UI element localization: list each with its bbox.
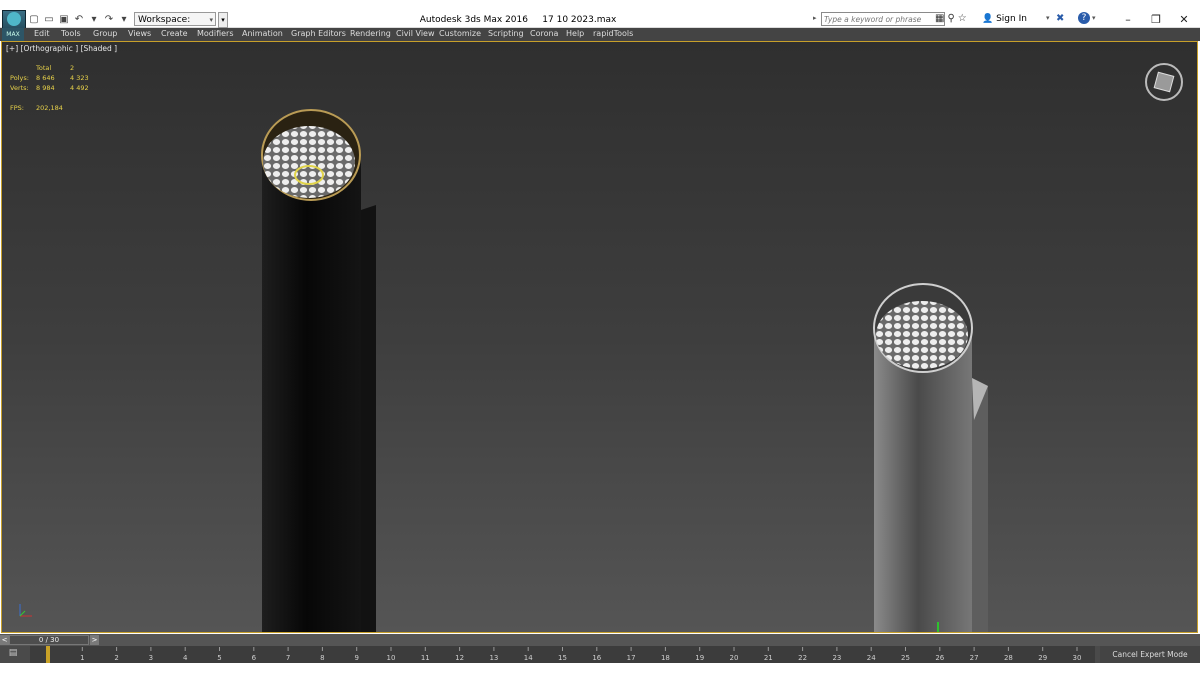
minimize-button[interactable]: – — [1118, 13, 1138, 26]
autodesk-exchange-icon[interactable]: ✖ — [1056, 13, 1064, 24]
status-strip — [0, 663, 1200, 675]
time-slider-thumb[interactable]: 0 / 30 — [9, 635, 89, 645]
track-bar-tick-label: 14 — [524, 654, 533, 662]
viewcube-icon[interactable] — [1144, 62, 1184, 102]
main-menu-bar: MAX Edit Tools Group Views Create Modifi… — [0, 28, 1200, 41]
track-bar-tick-label: 26 — [935, 654, 944, 662]
dark-cylinder-object[interactable] — [261, 109, 376, 633]
3dsmax-logo-icon — [7, 12, 21, 26]
track-bar-tick-label: 23 — [832, 654, 841, 662]
sign-in-dropdown-icon[interactable]: ▾ — [1046, 14, 1050, 22]
menu-customize[interactable]: Customize — [439, 29, 481, 38]
time-slider: < 0 / 30 > — [0, 634, 1200, 646]
sign-in-button[interactable]: 👤 Sign In — [982, 14, 1027, 24]
menu-civil-view[interactable]: Civil View — [396, 29, 435, 38]
undo-icon[interactable]: ↶ — [73, 14, 85, 26]
menu-scripting[interactable]: Scripting — [488, 29, 524, 38]
menu-corona[interactable]: Corona — [530, 29, 558, 38]
track-bar-tick-label: 5 — [217, 654, 221, 662]
viewport-orthographic[interactable]: [+] [Orthographic ] [Shaded ] Total 2 Po… — [1, 41, 1198, 633]
grey-cylinder-object[interactable] — [873, 283, 988, 633]
track-bar-tick-label: 20 — [730, 654, 739, 662]
menu-tools[interactable]: Tools — [61, 29, 81, 38]
menu-views[interactable]: Views — [128, 29, 151, 38]
user-icon: 👤 — [982, 14, 994, 24]
track-bar-tick-label: 7 — [286, 654, 290, 662]
sign-in-label: Sign In — [996, 14, 1027, 24]
track-bar-tick-label: 13 — [489, 654, 498, 662]
track-bar-tick-label: 22 — [798, 654, 807, 662]
track-bar-tick-label: 27 — [970, 654, 979, 662]
track-bar-tick-label: 9 — [354, 654, 358, 662]
track-bar-tick-label: 6 — [252, 654, 257, 662]
chevron-down-icon: ▾ — [209, 16, 213, 24]
track-bar-area[interactable]: 0123456789101112131415161718192021222324… — [30, 646, 1095, 663]
track-bar-tick-label: 30 — [1073, 654, 1082, 662]
save-icon[interactable]: ▣ — [58, 14, 70, 26]
quick-access-toolbar: ▢ ▭ ▣ ↶ ▾ ↷ ▾ ▤ — [28, 12, 145, 27]
restore-button[interactable]: ❐ — [1146, 13, 1166, 26]
axis-tripod-icon — [19, 604, 32, 617]
binoculars-icon[interactable]: ▦ — [935, 13, 944, 24]
search-input[interactable] — [821, 12, 945, 26]
track-bar-tick-label: 16 — [592, 654, 601, 662]
menu-rendering[interactable]: Rendering — [350, 29, 391, 38]
new-file-icon[interactable]: ▢ — [28, 14, 40, 26]
redo-icon[interactable]: ↷ — [103, 14, 115, 26]
undo-dropdown-icon[interactable]: ▾ — [88, 14, 100, 26]
cancel-expert-mode-button[interactable]: Cancel Expert Mode — [1100, 646, 1200, 663]
menu-help[interactable]: Help — [566, 29, 584, 38]
menu-graph-editors[interactable]: Graph Editors — [291, 29, 346, 38]
open-file-icon[interactable]: ▭ — [43, 14, 55, 26]
app-menu-logo[interactable]: MAX — [2, 28, 24, 41]
infocenter-icons: ▦ ⚲ ☆ — [935, 13, 967, 24]
scene-geometry[interactable] — [2, 42, 1198, 633]
time-slider-next-button[interactable]: > — [90, 635, 99, 645]
track-bar-tick-label: 29 — [1038, 654, 1047, 662]
search-expand-icon[interactable]: ▸ — [813, 14, 817, 22]
menu-rapidtools[interactable]: rapidTools — [593, 29, 633, 38]
track-bar-playhead[interactable] — [46, 646, 50, 663]
track-bar-tick-label: 10 — [387, 654, 396, 662]
track-bar-tick-label: 8 — [320, 654, 324, 662]
close-button[interactable]: ✕ — [1174, 13, 1194, 26]
communication-icon[interactable]: ⚲ — [947, 13, 954, 24]
track-bar-tick-label: 11 — [421, 654, 430, 662]
menu-edit[interactable]: Edit — [34, 29, 50, 38]
track-bar-tick-label: 15 — [558, 654, 567, 662]
favorites-star-icon[interactable]: ☆ — [958, 13, 967, 24]
track-bar-tick-label: 21 — [764, 654, 773, 662]
track-bar-tick-label: 24 — [867, 654, 876, 662]
track-bar-tick-label: 2 — [114, 654, 118, 662]
track-bar: ▤ 01234567891011121314151617181920212223… — [0, 646, 1200, 663]
time-slider-prev-button[interactable]: < — [0, 635, 9, 645]
menu-modifiers[interactable]: Modifiers — [197, 29, 234, 38]
menu-animation[interactable]: Animation — [242, 29, 283, 38]
track-bar-tick-label: 19 — [695, 654, 704, 662]
workspace-extra-dropdown[interactable]: ▾ — [218, 12, 228, 28]
help-dropdown-icon[interactable]: ▾ — [1092, 14, 1096, 22]
curve-editor-icon[interactable]: ▤ — [6, 648, 20, 660]
track-bar-tick-label: 4 — [183, 654, 188, 662]
track-bar-tick-label: 12 — [455, 654, 464, 662]
track-bar-ticks: 0123456789101112131415161718192021222324… — [46, 647, 1082, 662]
track-bar-tick-label: 17 — [627, 654, 636, 662]
track-bar-tick-label: 1 — [80, 654, 84, 662]
menu-create[interactable]: Create — [161, 29, 188, 38]
redo-dropdown-icon[interactable]: ▾ — [118, 14, 130, 26]
track-bar-tick-label: 28 — [1004, 654, 1013, 662]
track-bar-tick-label: 3 — [149, 654, 153, 662]
track-bar-tick-label: 18 — [661, 654, 670, 662]
menu-group[interactable]: Group — [93, 29, 117, 38]
workspace-dropdown[interactable]: Workspace: Default ▾ — [134, 12, 216, 39]
track-bar-tick-label: 25 — [901, 654, 910, 662]
help-icon[interactable]: ? — [1078, 12, 1090, 24]
